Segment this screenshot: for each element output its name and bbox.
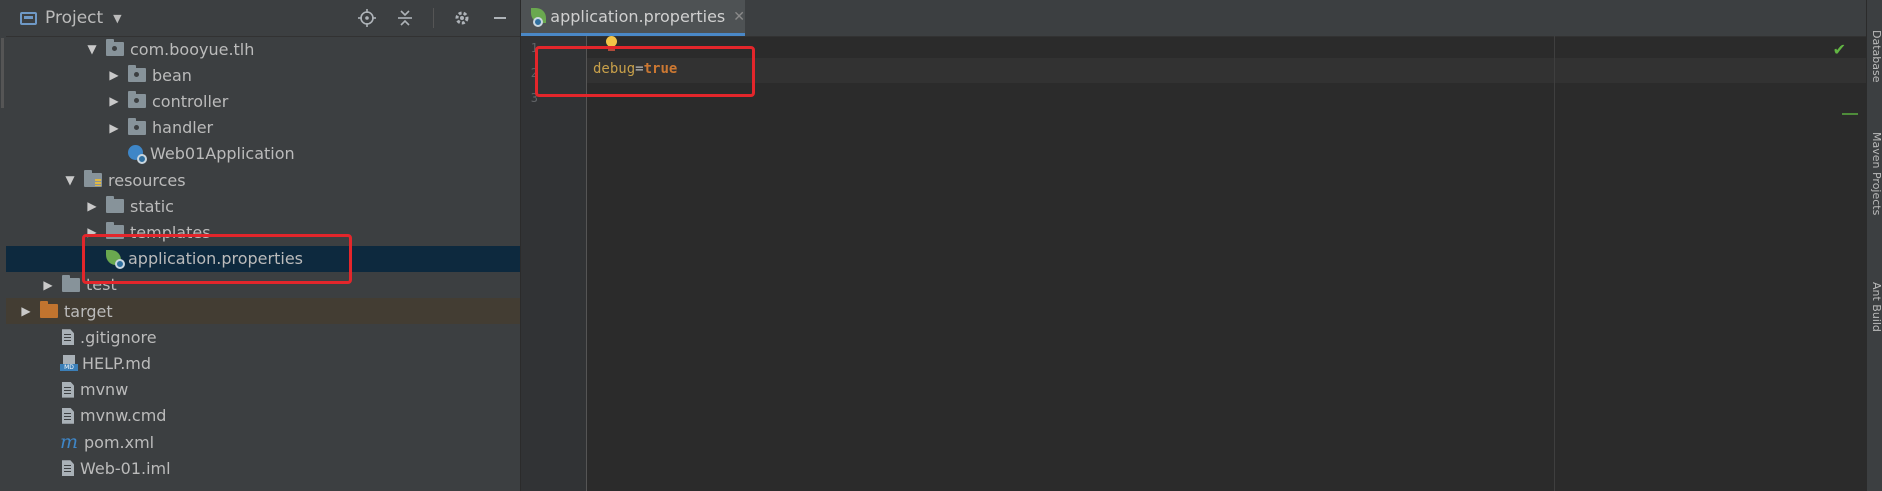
- chevron-right-icon[interactable]: ▶: [108, 68, 120, 82]
- right-tool-strip: Database Maven Projects Ant Build: [1866, 0, 1882, 491]
- tool-tab-maven-projects[interactable]: Maven Projects: [1867, 132, 1882, 215]
- chevron-right-icon[interactable]: ▶: [108, 121, 120, 135]
- tree-item-label: handler: [152, 118, 214, 138]
- folder-icon: [62, 274, 80, 292]
- folder-icon: [40, 301, 58, 318]
- locate-icon[interactable]: [357, 8, 377, 28]
- close-icon[interactable]: ✕: [733, 9, 745, 25]
- project-window-icon: [20, 11, 37, 25]
- maven-icon: m: [60, 431, 79, 453]
- gear-icon[interactable]: [452, 8, 472, 28]
- tree-item-gitignore[interactable]: .gitignore: [6, 324, 520, 350]
- tree-item-bean[interactable]: ▶ bean: [6, 62, 520, 88]
- tree-item-application-properties[interactable]: application.properties: [6, 245, 520, 272]
- tree-item-label: mvnw: [80, 380, 129, 400]
- tree-item-label: templates: [130, 222, 211, 242]
- tool-tab-database[interactable]: Database: [1867, 30, 1882, 83]
- tree-item-static[interactable]: ▶ static: [6, 193, 520, 219]
- property-value: true: [643, 61, 678, 77]
- tree-item-handler[interactable]: ▶ handler: [6, 115, 520, 141]
- file-icon: [62, 460, 74, 477]
- tool-tab-ant-build[interactable]: Ant Build: [1867, 282, 1882, 332]
- tree-item-label: com.booyue.tlh: [130, 39, 255, 59]
- file-icon: [62, 381, 74, 398]
- folder-icon: [106, 222, 124, 240]
- right-margin-guide: [1554, 36, 1555, 491]
- tree-item-label: Web01Application: [150, 144, 295, 164]
- chevron-right-icon[interactable]: ▶: [86, 199, 98, 213]
- tree-item-resources[interactable]: ▼ resources: [6, 167, 520, 193]
- tab-application-properties[interactable]: application.properties ✕: [521, 0, 745, 36]
- project-panel-header: Project ▼: [6, 0, 520, 37]
- scrollbar-marker[interactable]: [1842, 113, 1858, 115]
- property-separator: =: [635, 61, 644, 77]
- tree-item-pom-xml[interactable]: m pom.xml: [6, 429, 520, 455]
- line-number: 1: [530, 41, 538, 55]
- tree-item-label: controller: [152, 91, 229, 111]
- code-area[interactable]: debug=true ✔: [587, 36, 1866, 491]
- tree-item-label: test: [86, 275, 117, 295]
- chevron-right-icon[interactable]: ▶: [108, 94, 120, 108]
- project-tree: ▼ com.booyue.tlh ▶ bean ▶ controller ▶ handler W…: [6, 36, 520, 491]
- spring-config-icon: [531, 7, 546, 27]
- line-number: 3: [530, 91, 538, 105]
- tree-item-com-booyue-tlh[interactable]: ▼ com.booyue.tlh: [6, 36, 520, 62]
- tree-item-label: target: [64, 301, 113, 321]
- file-icon: [62, 407, 74, 424]
- chevron-right-icon[interactable]: ▶: [20, 304, 32, 318]
- chevron-down-icon[interactable]: ▼: [113, 12, 121, 25]
- file-icon: [62, 329, 74, 346]
- tree-item-test[interactable]: ▶ test: [6, 272, 520, 298]
- package-icon: [128, 65, 146, 83]
- caret-row-highlight: [587, 58, 1866, 83]
- tree-item-label: Web-01.iml: [80, 458, 171, 478]
- chevron-right-icon[interactable]: ▶: [86, 225, 98, 239]
- folder-icon: [106, 196, 124, 214]
- left-strip-marker[interactable]: [1, 38, 4, 108]
- ide-window: Project ▼ ▼ com.booyue.tlh ▶ bean ▶ cont…: [0, 0, 1882, 491]
- tree-item-label: pom.xml: [84, 432, 155, 452]
- editor-tab-bar: application.properties ✕: [521, 0, 1866, 37]
- toolbar-separator: [433, 8, 434, 28]
- tree-item-label: static: [130, 196, 174, 216]
- line-gutter: 1 2 3: [521, 36, 587, 491]
- chevron-right-icon[interactable]: ▶: [42, 278, 54, 292]
- spring-boot-app-icon: [128, 144, 147, 164]
- tree-item-label: resources: [108, 170, 186, 190]
- project-panel-title[interactable]: Project: [45, 8, 103, 28]
- chevron-down-icon[interactable]: ▼: [64, 173, 76, 187]
- package-icon: [128, 117, 146, 135]
- code-line-2: debug=true: [593, 61, 677, 77]
- checkmark-icon[interactable]: ✔: [1833, 40, 1846, 59]
- editor: application.properties ✕ 1 2 3 debug=tru…: [521, 0, 1866, 491]
- markdown-file-icon: MD: [60, 355, 78, 372]
- package-icon: [128, 91, 146, 109]
- tree-item-label: bean: [152, 65, 192, 85]
- tree-item-web-01-iml[interactable]: Web-01.iml: [6, 455, 520, 481]
- chevron-down-icon[interactable]: ▼: [86, 42, 98, 56]
- tree-item-web01application[interactable]: Web01Application: [6, 141, 520, 167]
- tree-item-label: HELP.md: [82, 353, 152, 373]
- tree-item-target[interactable]: ▶ target: [6, 298, 520, 324]
- project-panel: Project ▼ ▼ com.booyue.tlh ▶ bean ▶ cont…: [6, 0, 521, 491]
- package-icon: [106, 39, 124, 56]
- resources-folder-icon: [84, 170, 102, 187]
- tree-item-help-md[interactable]: MD HELP.md: [6, 350, 520, 376]
- tree-item-label: .gitignore: [80, 327, 157, 347]
- tree-item-mvnw[interactable]: mvnw: [6, 377, 520, 403]
- line-number: 2: [530, 66, 538, 80]
- tree-item-label: mvnw.cmd: [80, 406, 167, 426]
- spring-config-icon: [106, 249, 125, 269]
- collapse-all-icon[interactable]: [395, 8, 415, 28]
- tree-item-label: application.properties: [128, 249, 303, 269]
- tree-item-mvnw-cmd[interactable]: mvnw.cmd: [6, 403, 520, 429]
- tree-item-templates[interactable]: ▶ templates: [6, 219, 520, 245]
- tree-item-controller[interactable]: ▶ controller: [6, 88, 520, 114]
- tab-label: application.properties: [550, 7, 726, 26]
- lightbulb-icon[interactable]: [605, 36, 618, 53]
- property-key: debug: [593, 61, 636, 77]
- minimize-icon[interactable]: [490, 8, 510, 28]
